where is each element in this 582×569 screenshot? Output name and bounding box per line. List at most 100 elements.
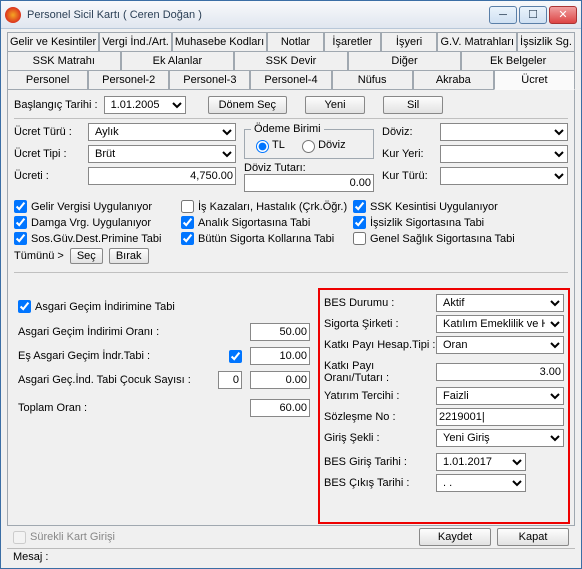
app-icon	[5, 7, 21, 23]
katki-oran-label: Katkı Payı Oranı/Tutarı :	[324, 360, 436, 384]
asgari-orani-input[interactable]	[250, 323, 310, 341]
cb-ssk-kesintisi[interactable]: SSK Kesintisi Uygulanıyor	[353, 200, 533, 213]
cocuk-oran-input[interactable]	[250, 371, 310, 389]
kur-yeri-label: Kur Yeri:	[382, 148, 434, 160]
asgari-orani-label: Asgari Geçim İndirimi Oranı :	[18, 326, 250, 338]
sec-button[interactable]: Seç	[70, 248, 103, 264]
katki-oran-input[interactable]	[436, 363, 564, 381]
tab-diger[interactable]: Diğer	[348, 51, 462, 70]
birak-button[interactable]: Bırak	[109, 248, 149, 264]
doviz-tutari-input[interactable]	[244, 174, 374, 192]
yeni-button[interactable]: Yeni	[305, 96, 365, 114]
doviz-select[interactable]	[440, 123, 568, 141]
tab-content-ucret: Başlangıç Tarihi : 1.01.2005 Dönem Seç Y…	[7, 89, 575, 526]
sozlesme-label: Sözleşme No :	[324, 411, 436, 423]
cb-analik[interactable]: Analık Sigortasına Tabi	[181, 216, 351, 229]
bes-cikis-tarih-label: BES Çıkış Tarihi :	[324, 477, 436, 489]
toplam-oran-label: Toplam Oran :	[18, 402, 250, 414]
bes-panel: BES Durumu :Aktif Sigorta Şirketi :Katıl…	[324, 294, 564, 495]
cb-damga[interactable]: Damga Vrg. Uygulanıyor	[14, 216, 179, 229]
tab-ekbelgeler[interactable]: Ek Belgeler	[461, 51, 575, 70]
cb-asgari-tabi[interactable]: Asgari Geçim İndirimine Tabi	[18, 300, 310, 313]
mesaj-label: Mesaj :	[13, 551, 48, 563]
odeme-legend: Ödeme Birimi	[251, 123, 324, 135]
titlebar: Personel Sicil Kartı ( Ceren Doğan ) ─ ☐…	[1, 1, 581, 29]
ucreti-input[interactable]	[88, 167, 236, 185]
hesap-tipi-label: Katkı Payı Hesap.Tipi :	[324, 339, 436, 351]
tab-notlar[interactable]: Notlar	[267, 32, 324, 51]
window-title: Personel Sicil Kartı ( Ceren Doğan )	[27, 9, 489, 21]
ucret-tipi-label: Ücret Tipi :	[14, 148, 82, 160]
odeme-birimi-fieldset: Ödeme Birimi TL Döviz	[244, 123, 374, 159]
tab-gelir[interactable]: Gelir ve Kesintiler	[7, 32, 99, 51]
cocuk-sayi-input[interactable]	[218, 371, 242, 389]
tab-issizlik[interactable]: İşsizlik Sg.	[517, 32, 575, 51]
tab-sskmatrah[interactable]: SSK Matrahı	[7, 51, 121, 70]
asgari-panel: Asgari Geçim İndirimine Tabi Asgari Geçi…	[18, 300, 310, 423]
cb-butun[interactable]: Bütün Sigorta Kollarına Tabi	[181, 232, 351, 245]
doviz-tutari-label: Döviz Tutarı:	[244, 162, 306, 174]
tabrow-1: Gelir ve Kesintiler Vergi İnd./Art. Muha…	[7, 32, 575, 51]
kaydet-button[interactable]: Kaydet	[419, 528, 491, 546]
radio-tl[interactable]: TL	[251, 137, 285, 153]
sigorta-sirket-select[interactable]: Katılım Emeklilik ve Hayat	[436, 315, 564, 333]
es-asgari-input[interactable]	[250, 347, 310, 365]
cb-surekli-kart[interactable]: Sürekli Kart Girişi	[13, 531, 115, 544]
giris-sekli-select[interactable]: Yeni Giriş	[436, 429, 564, 447]
cocuk-label: Asgari Geç.İnd. Tabi Çocuk Sayısı :	[18, 374, 218, 386]
yatirim-select[interactable]: Faizli	[436, 387, 564, 405]
ucret-tipi-select[interactable]: Brüt	[88, 145, 236, 163]
tab-muhasebe[interactable]: Muhasebe Kodları	[172, 32, 267, 51]
ucret-turu-label: Ücret Türü :	[14, 126, 82, 138]
bes-cikis-tarih-select[interactable]: . .	[436, 474, 526, 492]
tab-nufus[interactable]: Nüfus	[332, 70, 413, 90]
cb-issizlik[interactable]: İşsizlik Sigortasına Tabi	[353, 216, 533, 229]
kur-turu-label: Kur Türü:	[382, 170, 434, 182]
cb-sosguv[interactable]: Sos.Güv.Dest.Primine Tabi	[14, 232, 179, 245]
sil-button[interactable]: Sil	[383, 96, 443, 114]
bes-durum-select[interactable]: Aktif	[436, 294, 564, 312]
baslangic-select[interactable]: 1.01.2005	[104, 96, 186, 114]
sozlesme-input[interactable]	[436, 408, 564, 426]
doviz-label: Döviz:	[382, 126, 434, 138]
tab-personel[interactable]: Personel	[7, 70, 88, 90]
tabrow-3: Personel Personel-2 Personel-3 Personel-…	[7, 70, 575, 90]
kapat-button[interactable]: Kapat	[497, 528, 569, 546]
cb-gelir-vergisi[interactable]: Gelir Vergisi Uygulanıyor	[14, 200, 179, 213]
tab-isaretler[interactable]: İşaretler	[324, 32, 381, 51]
tab-akraba[interactable]: Akraba	[413, 70, 494, 90]
bes-giris-tarih-label: BES Giriş Tarihi :	[324, 456, 436, 468]
tab-vergi[interactable]: Vergi İnd./Art.	[99, 32, 172, 51]
tab-personel4[interactable]: Personel-4	[250, 70, 331, 90]
tab-personel3[interactable]: Personel-3	[169, 70, 250, 90]
minimize-button[interactable]: ─	[489, 6, 517, 24]
kur-yeri-select[interactable]	[440, 145, 568, 163]
kur-turu-select[interactable]	[440, 167, 568, 185]
tab-sskdevir[interactable]: SSK Devir	[234, 51, 348, 70]
hesap-tipi-select[interactable]: Oran	[436, 336, 564, 354]
toplam-oran-input[interactable]	[250, 399, 310, 417]
close-button[interactable]: ✕	[549, 6, 577, 24]
cb-is-kazalari[interactable]: İş Kazaları, Hastalık (Çrk.Öğr.)	[181, 200, 351, 213]
baslangic-label: Başlangıç Tarihi :	[14, 99, 98, 111]
es-asgari-checkbox[interactable]	[229, 350, 242, 363]
tumunu-label: Tümünü >	[14, 250, 64, 262]
tab-isyeri[interactable]: İşyeri	[381, 32, 438, 51]
es-asgari-label: Eş Asgari Geçim İndr.Tabi :	[18, 350, 229, 362]
tab-ucret[interactable]: Ücret	[494, 70, 575, 90]
tab-personel2[interactable]: Personel-2	[88, 70, 169, 90]
bes-durum-label: BES Durumu :	[324, 297, 436, 309]
bes-giris-tarih-select[interactable]: 1.01.2017	[436, 453, 526, 471]
giris-sekli-label: Giriş Şekli :	[324, 432, 436, 444]
window: Personel Sicil Kartı ( Ceren Doğan ) ─ ☐…	[0, 0, 582, 569]
tab-ekalanlar[interactable]: Ek Alanlar	[121, 51, 235, 70]
tab-gvmatrah[interactable]: G.V. Matrahları	[437, 32, 517, 51]
yatirim-label: Yatırım Tercihi :	[324, 390, 436, 402]
donem-sec-button[interactable]: Dönem Seç	[208, 96, 287, 114]
maximize-button[interactable]: ☐	[519, 6, 547, 24]
sigorta-sirket-label: Sigorta Şirketi :	[324, 318, 436, 330]
ucret-turu-select[interactable]: Aylık	[88, 123, 236, 141]
cb-genel-saglik[interactable]: Genel Sağlık Sigortasına Tabi	[353, 232, 533, 245]
ucreti-label: Ücreti :	[14, 170, 82, 182]
radio-doviz[interactable]: Döviz	[297, 137, 346, 153]
